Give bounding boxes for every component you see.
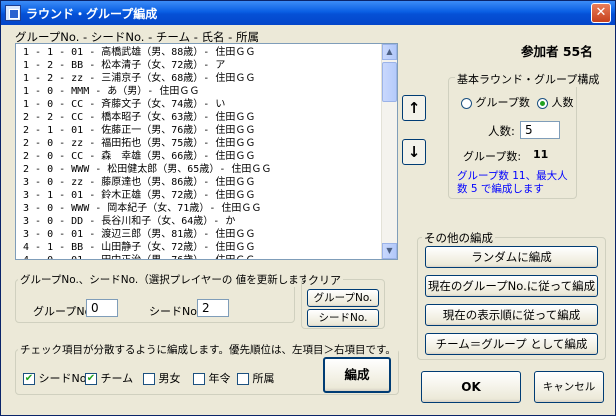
group-no-field[interactable]: 0 — [86, 299, 118, 317]
move-up-button[interactable]: ↑ — [402, 95, 426, 121]
list-item[interactable]: 2 - 0 - WWW - 松田健太郎（男、65歳）- 住田ＧＧ — [16, 163, 382, 176]
team-check-icon[interactable]: ✔ — [85, 373, 97, 385]
list-item[interactable]: 3 - 0 - 01 - 渡辺三郎（男、81歳）- 住田ＧＧ — [16, 228, 382, 241]
group-formation-window: ラウンド・グループ編成 ✕ グループNo. - シードNo. - チーム - 氏… — [0, 0, 616, 416]
people-count-field[interactable]: 5 — [520, 121, 560, 139]
list-scrollbar[interactable]: ▲ ▼ — [381, 44, 397, 259]
age-checkbox-label: 年令 — [208, 372, 231, 385]
list-item[interactable]: 3 - 0 - zz - 藤原達也（男、86歳）- 住田ＧＧ — [16, 176, 382, 189]
compose-by-group-no-button[interactable]: 現在のグループNo.に従って編成 — [425, 275, 598, 297]
list-item[interactable]: 1 - 2 - zz - 三浦京子（女、68歳）- 住田ＧＧ — [16, 72, 382, 85]
list-item[interactable]: 4 - 0 - 01 - 田中正治（男、76歳）- 住田ＧＧ — [16, 254, 382, 259]
app-icon — [5, 5, 21, 21]
list-item[interactable]: 2 - 0 - CC - 森 幸雄（男、66歳）- 住田ＧＧ — [16, 150, 382, 163]
groups-label: グループ数: — [463, 150, 522, 163]
affiliation-checkbox[interactable]: 所属 — [237, 370, 275, 386]
player-listbox[interactable]: 1 - 1 - 01 - 高橋武雄（男、88歳）- 住田ＧＧ 1 - 2 - BB… — [15, 43, 398, 260]
list-item[interactable]: 2 - 1 - 01 - 佐藤正一（男、76歳）- 住田ＧＧ — [16, 124, 382, 137]
window-title: ラウンド・グループ編成 — [26, 7, 158, 21]
scroll-thumb[interactable] — [382, 62, 397, 102]
affiliation-check-icon[interactable] — [237, 373, 249, 385]
list-item[interactable]: 1 - 0 - MMM - あ（男）- 住田ＧＧ — [16, 85, 382, 98]
move-down-button[interactable]: ↓ — [402, 139, 426, 165]
seed-no-check-icon[interactable]: ✔ — [23, 373, 35, 385]
list-item[interactable]: 1 - 2 - BB - 松本清子（女、72歳）- ア — [16, 59, 382, 72]
compose-team-as-group-button[interactable]: チーム＝グループ として編成 — [425, 333, 598, 355]
list-item[interactable]: 2 - 0 - zz - 福田拓也（男、75歳）- 住田ＧＧ — [16, 137, 382, 150]
scroll-up-arrow-icon[interactable]: ▲ — [382, 44, 397, 60]
random-compose-button[interactable]: ランダムに編成 — [425, 246, 598, 268]
composition-note: グループ数 11、最大人数 5 で編成します — [457, 170, 568, 195]
compose-execute-button[interactable]: 編成 — [323, 357, 391, 393]
list-item[interactable]: 1 - 0 - CC - 斉藤文子（女、74歳）- い — [16, 98, 382, 111]
list-item[interactable]: 4 - 1 - BB - 山田静子（女、72歳）- 住田ＧＧ — [16, 241, 382, 254]
radio-groups-icon[interactable] — [461, 97, 472, 109]
basic-composition-group: 基本ラウンド・グループ構成 グループ数 人数 人数: 5 グループ数: 11 グ… — [448, 71, 602, 199]
clear-seed-no-button[interactable]: シードNo. — [307, 309, 379, 327]
seed-no-checkbox[interactable]: ✔ シードNo. — [23, 370, 90, 386]
team-checkbox[interactable]: ✔ チーム — [85, 370, 133, 386]
list-item[interactable]: 3 - 0 - DD - 長谷川和子（女、64歳）- か — [16, 215, 382, 228]
list-item[interactable]: 3 - 0 - WWW - 岡本紀子（女、71歳）- 住田ＧＧ — [16, 202, 382, 215]
update-values-legend: グループNo.、シードNo.（選択プレイヤーの 値を更新します） — [18, 272, 322, 287]
radio-people-label: 人数 — [551, 96, 574, 109]
compose-by-display-order-button[interactable]: 現在の表示順に従って編成 — [425, 304, 598, 326]
affiliation-checkbox-label: 所属 — [252, 372, 275, 385]
clear-group-no-button[interactable]: グループNo. — [307, 289, 379, 307]
seed-no-label: シードNo.: — [149, 305, 204, 318]
gender-check-icon[interactable] — [143, 373, 155, 385]
radio-groups-label: グループ数 — [475, 96, 530, 109]
gender-checkbox[interactable]: 男女 — [143, 370, 181, 386]
other-composition-legend: その他の編成 — [422, 230, 495, 246]
gender-checkbox-label: 男女 — [158, 372, 181, 385]
basic-composition-legend: 基本ラウンド・グループ構成 — [455, 71, 602, 87]
radio-by-people[interactable]: 人数 — [537, 94, 574, 110]
participant-count: 参加者 55名 — [521, 44, 593, 59]
ok-button[interactable]: OK — [421, 371, 521, 403]
age-checkbox[interactable]: 年令 — [193, 370, 231, 386]
close-button[interactable]: ✕ — [591, 3, 611, 23]
cancel-button[interactable]: キャンセル — [534, 371, 604, 403]
spread-options-legend: チェック項目が分散するように編成します。優先順位は、左項目＞右項目です。 — [18, 342, 398, 357]
list-item[interactable]: 1 - 1 - 01 - 高橋武雄（男、88歳）- 住田ＧＧ — [16, 46, 382, 59]
radio-by-groups[interactable]: グループ数 — [461, 94, 530, 110]
list-item[interactable]: 3 - 1 - 01 - 鈴木正雄（男、72歳）- 住田ＧＧ — [16, 189, 382, 202]
people-label: 人数: — [488, 124, 515, 138]
age-check-icon[interactable] — [193, 373, 205, 385]
radio-people-icon[interactable] — [537, 97, 548, 109]
list-item[interactable]: 2 - 2 - CC - 橋本昭子（女、63歳）- 住田ＧＧ — [16, 111, 382, 124]
seed-no-field[interactable]: 2 — [197, 299, 229, 317]
groups-value: 11 — [533, 148, 549, 161]
title-bar[interactable]: ラウンド・グループ編成 ✕ — [1, 1, 615, 25]
player-list-rows: 1 - 1 - 01 - 高橋武雄（男、88歳）- 住田ＧＧ 1 - 2 - BB… — [16, 46, 382, 259]
seed-no-checkbox-label: シードNo. — [38, 372, 90, 385]
team-checkbox-label: チーム — [100, 372, 134, 385]
scroll-down-arrow-icon[interactable]: ▼ — [382, 243, 397, 259]
clear-legend: クリア — [306, 272, 343, 288]
